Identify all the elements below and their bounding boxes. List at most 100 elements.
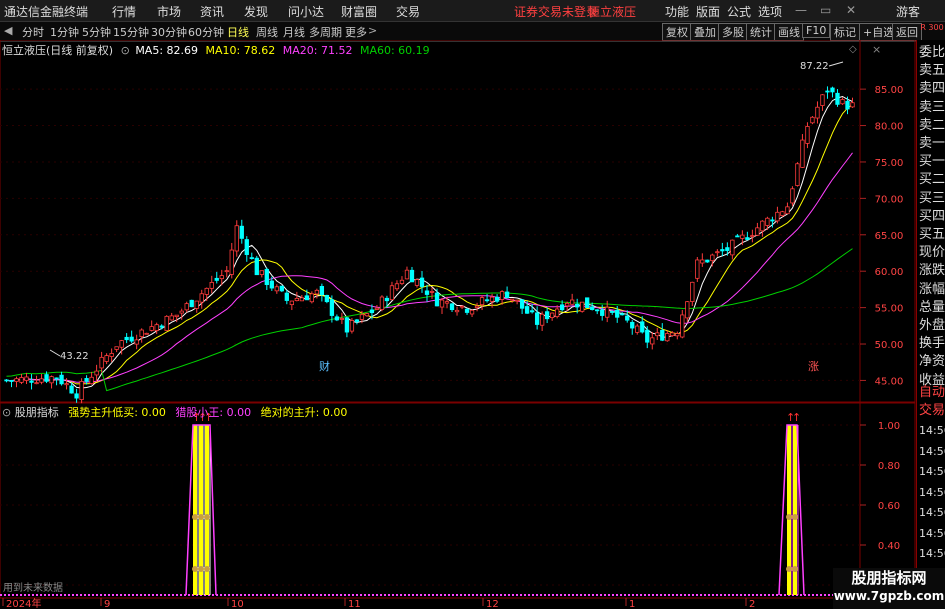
candle-body [730, 239, 735, 256]
period-15min[interactable]: 15分钟 [113, 24, 149, 40]
candle-body [49, 376, 54, 384]
candle-body [229, 249, 234, 275]
btn-diejia[interactable]: 叠加 [690, 23, 720, 41]
menu-xuanxiang[interactable]: 选项 [758, 3, 782, 20]
quote-field-7: 买二 [919, 172, 945, 188]
menu-shichang[interactable]: 市场 [157, 3, 181, 20]
menu-gongshi[interactable]: 公式 [727, 3, 751, 20]
candle-body [630, 321, 635, 329]
candle-body [319, 286, 325, 296]
btn-fuquan[interactable]: 复权 [662, 23, 692, 41]
candle-body [269, 280, 274, 289]
arrow-left-icon[interactable]: ◀ [4, 24, 12, 37]
kline-chart[interactable]: 45.00 50.00 55.00 60.00 65.00 70.00 75.00 80.00… [0, 40, 916, 609]
period-multi[interactable]: 多周期 [309, 24, 342, 40]
period-fenshi[interactable]: 分时 [22, 24, 44, 40]
menu-gongneng[interactable]: 功能 [665, 3, 689, 20]
candle-body [14, 378, 19, 382]
period-5min[interactable]: 5分钟 [82, 24, 111, 40]
candle-body [529, 310, 535, 313]
btn-f10[interactable]: F10 [802, 23, 831, 38]
guest-label[interactable]: 游客 [896, 3, 920, 20]
menu-wenxiaoda[interactable]: 问小达 [288, 3, 324, 20]
candle-body [795, 163, 800, 186]
candle-body [509, 298, 515, 301]
chevron-right-icon[interactable]: > [368, 24, 377, 37]
menu-hangqing[interactable]: 行情 [112, 3, 136, 20]
btn-fanhui[interactable]: 返回 [892, 23, 922, 41]
period-30min[interactable]: 30分钟 [151, 24, 187, 40]
candle-body [64, 383, 69, 386]
price-tick-label: 80.00 [875, 122, 904, 133]
candle-body [605, 306, 610, 318]
menu-jiaoyi[interactable]: 交易 [396, 3, 420, 20]
menu-banmian[interactable]: 版面 [696, 3, 720, 20]
candle-body [94, 370, 99, 376]
restore-icon[interactable]: ▭ [820, 3, 831, 17]
settings-icon[interactable]: ⊙ [121, 44, 130, 57]
value-tick-label: 0.80 [878, 461, 900, 472]
candle-body [104, 355, 109, 362]
quote-field-5: 卖一 [919, 136, 945, 151]
candle-body [119, 340, 124, 348]
candle-body [184, 303, 189, 311]
date-label: 11 [348, 599, 361, 609]
candle-body [449, 303, 455, 311]
btn-duogu[interactable]: 多股 [718, 23, 748, 41]
candle-body [44, 374, 49, 382]
candle-body [735, 235, 740, 238]
candle-body [124, 336, 129, 341]
period-more[interactable]: 更多 [345, 24, 367, 40]
candle-body [339, 318, 345, 320]
candle-body [815, 106, 820, 119]
candle-body [334, 316, 340, 321]
indicator-settings-icon[interactable]: ⊙ [2, 406, 11, 419]
period-1min[interactable]: 1分钟 [50, 24, 79, 40]
candle-body [805, 126, 810, 144]
candle-body [259, 270, 264, 275]
quote-field-13: 涨幅 [919, 281, 945, 297]
watermark-line2: www.7gpzb.com [833, 589, 945, 603]
period-monthly[interactable]: 月线 [283, 24, 305, 40]
quote-field-11: 现价 [919, 245, 945, 261]
menu-zixun[interactable]: 资讯 [200, 3, 224, 20]
candle-body [775, 211, 780, 222]
menu-faxian[interactable]: 发现 [244, 3, 268, 20]
candle-body [615, 309, 620, 318]
close-icon[interactable]: ✕ [846, 3, 856, 17]
period-60min[interactable]: 60分钟 [188, 24, 224, 40]
candle-body [329, 299, 335, 316]
btn-huaxian[interactable]: 画线 [774, 23, 804, 41]
close-icon: × [872, 43, 881, 56]
candle-body [349, 320, 355, 332]
candle-body [750, 235, 755, 237]
auto-trade-0[interactable]: 自动 [919, 384, 945, 402]
value-tick-label: 0.40 [878, 541, 900, 552]
coin-icon [192, 566, 198, 572]
btn-biaoji[interactable]: 标记 [830, 23, 860, 41]
signal-bars: ↑↑↑ ↑↑ [185, 411, 805, 596]
candle-body [239, 225, 244, 239]
candle-body [600, 309, 605, 316]
value-tick-label: 0.60 [878, 501, 900, 512]
ma-lines [6, 95, 853, 392]
candle-body [740, 234, 745, 239]
trade-time-2: 14:56 [919, 465, 945, 478]
coin-icon [192, 514, 198, 520]
ma60-label: MA60: 60.19 [359, 44, 430, 57]
menu-caifuquan[interactable]: 财富圈 [341, 3, 377, 20]
candle-body [419, 277, 425, 287]
btn-tongji[interactable]: 统计 [746, 23, 776, 41]
candle-body [469, 309, 475, 315]
candle-body [459, 305, 465, 308]
period-daily[interactable]: 日线 [227, 24, 249, 40]
candle-body [154, 324, 159, 331]
auto-trade-1[interactable]: 交易 [919, 402, 945, 420]
quote-field-4: 卖二 [919, 117, 945, 133]
login-warning[interactable]: 证券交易未登录 [514, 3, 598, 20]
period-weekly[interactable]: 周线 [256, 24, 278, 40]
minimize-icon[interactable]: — [795, 3, 807, 17]
candle-body [139, 329, 144, 338]
candle-body [800, 139, 805, 168]
candle-body [534, 312, 540, 325]
